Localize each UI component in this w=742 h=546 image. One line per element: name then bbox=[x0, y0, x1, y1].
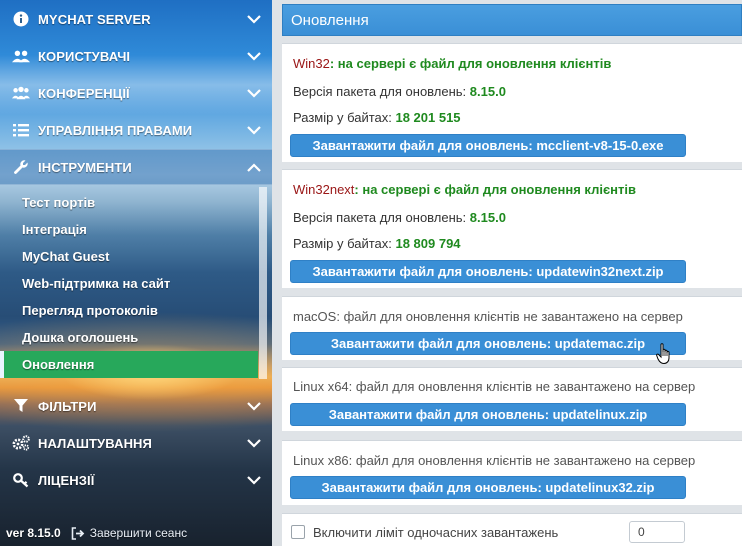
chevron-down-icon bbox=[247, 52, 261, 61]
menu-users[interactable]: КОРИСТУВАЧІ bbox=[0, 38, 272, 74]
submenu-item-integration[interactable]: Інтеграція bbox=[0, 216, 258, 243]
sidebar: MYCHAT SERVER КОРИСТУВАЧІ КОНФЕРЕНЦІЇ УП… bbox=[0, 0, 272, 546]
menu-label: ФІЛЬТРИ bbox=[38, 398, 97, 414]
version-label: Версія пакета для оновлень: bbox=[293, 84, 470, 99]
menu-filters[interactable]: ФІЛЬТРИ bbox=[0, 388, 272, 424]
chevron-down-icon bbox=[247, 15, 261, 24]
status-text: macOS: файл для оновлення клієнтів не за… bbox=[293, 309, 683, 324]
status-text: Linux x64: файл для оновлення клієнтів н… bbox=[293, 379, 696, 394]
os-name: Win32 bbox=[293, 56, 330, 71]
menu-rights-management[interactable]: УПРАВЛІННЯ ПРАВАМИ bbox=[0, 112, 272, 148]
menu-label: MYCHAT SERVER bbox=[38, 11, 151, 27]
chevron-up-icon bbox=[247, 163, 261, 172]
os-name: Win32next bbox=[293, 182, 355, 197]
chevron-down-icon bbox=[247, 476, 261, 485]
size-value: 18 201 515 bbox=[395, 110, 461, 125]
list-icon bbox=[12, 121, 30, 139]
status-text: Linux x86: файл для оновлення клієнтів н… bbox=[293, 453, 696, 468]
menu-label: КОНФЕРЕНЦІЇ bbox=[38, 85, 130, 101]
status-text: : на сервері є файл для оновлення клієнт… bbox=[329, 56, 612, 71]
upload-button-win32[interactable]: Завантажити файл для оновлень: mcclient-… bbox=[290, 134, 686, 157]
download-limit-checkbox[interactable] bbox=[291, 525, 305, 539]
chevron-down-icon bbox=[247, 402, 261, 411]
download-limit-input[interactable]: 0 bbox=[629, 521, 685, 543]
update-card-win32: Win32: на сервері є файл для оновлення к… bbox=[282, 43, 742, 162]
filter-icon bbox=[12, 397, 30, 415]
version-label: ver 8.15.0 bbox=[6, 526, 61, 540]
card-version-line: Версія пакета для оновлень: 8.15.0 bbox=[293, 210, 506, 225]
menu-label: УПРАВЛІННЯ ПРАВАМИ bbox=[38, 122, 193, 138]
sidebar-footer: ver 8.15.0 Завершити сеанс bbox=[0, 520, 272, 546]
wrench-icon bbox=[12, 158, 30, 176]
download-limit-row: Включити ліміт одночасних завантажень 0 bbox=[282, 513, 742, 546]
submenu-item-web-support[interactable]: Web-підтримка на сайт bbox=[0, 270, 258, 297]
users-icon bbox=[12, 47, 30, 65]
submenu-item-updates[interactable]: Оновлення bbox=[0, 351, 258, 378]
page-title: Оновлення bbox=[282, 4, 742, 36]
menu-settings[interactable]: НАЛАШТУВАННЯ bbox=[0, 425, 272, 461]
version-value: 8.15.0 bbox=[469, 84, 506, 99]
sidebar-scrollbar[interactable] bbox=[259, 187, 267, 379]
gears-icon bbox=[12, 434, 30, 452]
card-status-line: Win32: на сервері є файл для оновлення к… bbox=[293, 56, 611, 71]
menu-tools[interactable]: ІНСТРУМЕНТИ bbox=[0, 149, 272, 185]
sidebar-scrollbar-thumb[interactable] bbox=[259, 187, 267, 379]
upload-button-macos[interactable]: Завантажити файл для оновлень: updatemac… bbox=[290, 332, 686, 355]
card-size-line: Размір у байтах: 18 809 794 bbox=[293, 236, 461, 251]
menu-label: НАЛАШТУВАННЯ bbox=[38, 435, 152, 451]
status-text: : на сервері є файл для оновлення клієнт… bbox=[354, 182, 636, 197]
menu-label: КОРИСТУВАЧІ bbox=[38, 48, 131, 64]
submenu-item-port-test[interactable]: Тест портів bbox=[0, 189, 258, 216]
menu-conferences[interactable]: КОНФЕРЕНЦІЇ bbox=[0, 75, 272, 111]
update-card-linux-x64: Linux x64: файл для оновлення клієнтів н… bbox=[282, 367, 742, 431]
menu-label: ЛІЦЕНЗІЇ bbox=[38, 472, 95, 488]
card-version-line: Версія пакета для оновлень: 8.15.0 bbox=[293, 84, 506, 99]
size-label: Размір у байтах: bbox=[293, 236, 396, 251]
submenu-item-bulletin-board[interactable]: Дошка оголошень bbox=[0, 324, 258, 351]
update-card-win32next: Win32next: на сервері є файл для оновлен… bbox=[282, 169, 742, 288]
logout-label: Завершити сеанс bbox=[89, 526, 188, 540]
menu-label: ІНСТРУМЕНТИ bbox=[38, 159, 132, 175]
info-icon bbox=[12, 10, 30, 28]
logout-link[interactable]: Завершити сеанс bbox=[71, 526, 187, 540]
version-value: 8.15.0 bbox=[469, 210, 506, 225]
version-label: Версія пакета для оновлень: bbox=[293, 210, 470, 225]
upload-button-linux-x64[interactable]: Завантажити файл для оновлень: updatelin… bbox=[290, 403, 686, 426]
logout-icon bbox=[71, 526, 84, 540]
card-size-line: Размір у байтах: 18 201 515 bbox=[293, 110, 461, 125]
submenu-item-view-logs[interactable]: Перегляд протоколів bbox=[0, 297, 258, 324]
download-limit-label: Включити ліміт одночасних завантажень bbox=[313, 525, 559, 540]
submenu-item-mychat-guest[interactable]: MyChat Guest bbox=[0, 243, 258, 270]
upload-button-win32next[interactable]: Завантажити файл для оновлень: updatewin… bbox=[290, 260, 686, 283]
main-content: Оновлення Win32: на сервері є файл для о… bbox=[272, 0, 742, 546]
conference-icon bbox=[12, 84, 30, 102]
update-card-linux-x86: Linux x86: файл для оновлення клієнтів н… bbox=[282, 440, 742, 505]
size-label: Размір у байтах: bbox=[293, 110, 396, 125]
key-icon bbox=[12, 471, 30, 489]
card-status-line: Win32next: на сервері є файл для оновлен… bbox=[293, 182, 636, 197]
menu-licenses[interactable]: ЛІЦЕНЗІЇ bbox=[0, 462, 272, 498]
hand-cursor-icon bbox=[656, 343, 670, 365]
chevron-down-icon bbox=[247, 126, 261, 135]
size-value: 18 809 794 bbox=[395, 236, 461, 251]
chevron-down-icon bbox=[247, 439, 261, 448]
upload-button-linux-x86[interactable]: Завантажити файл для оновлень: updatelin… bbox=[290, 476, 686, 499]
menu-mychat-server[interactable]: MYCHAT SERVER bbox=[0, 1, 272, 37]
chevron-down-icon bbox=[247, 89, 261, 98]
